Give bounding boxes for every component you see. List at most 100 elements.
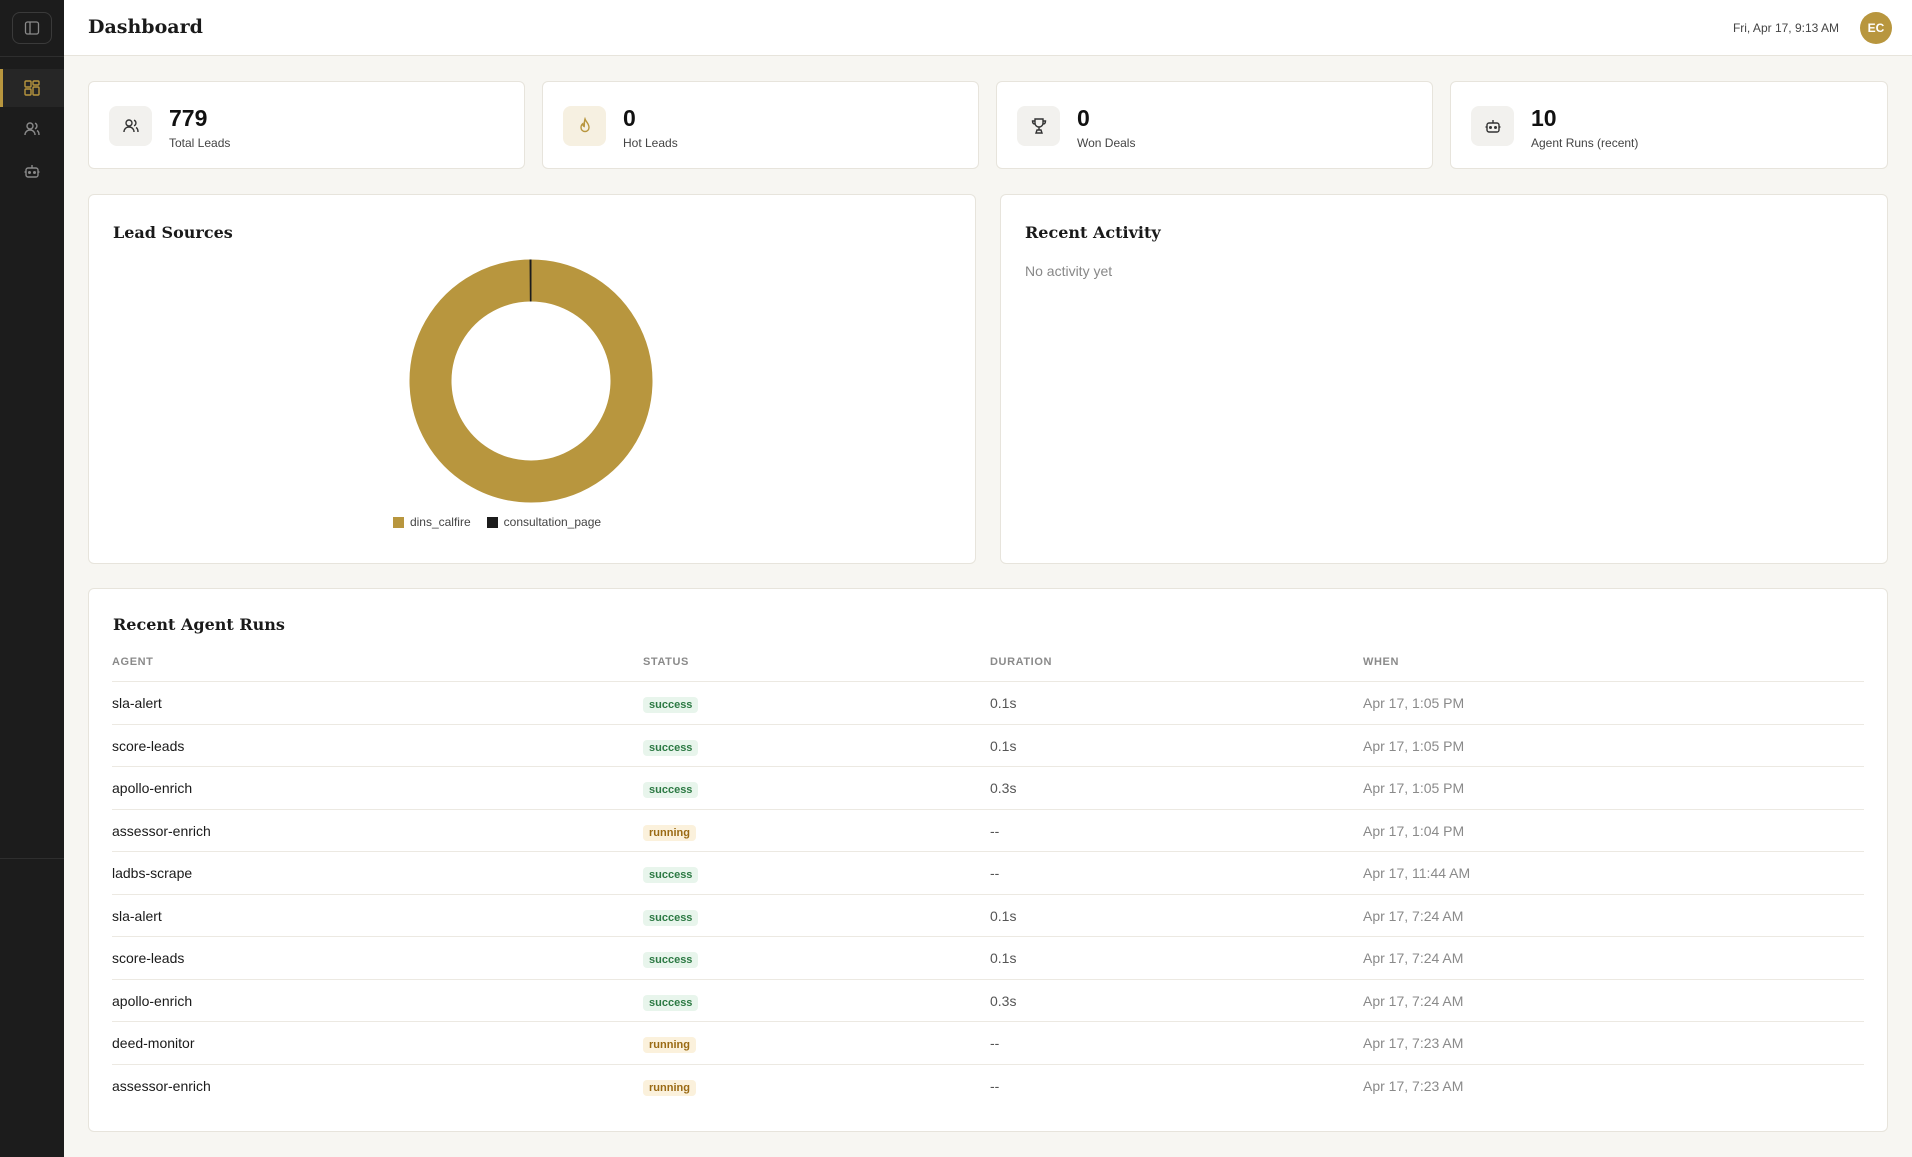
- stat-icon-box: [1471, 106, 1514, 146]
- stat-card-hot-leads: 0 Hot Leads: [542, 81, 979, 169]
- sidebar-toggle-button[interactable]: [12, 12, 52, 44]
- duration: --: [990, 1035, 1000, 1051]
- stat-label: Hot Leads: [623, 136, 678, 150]
- status-cell: success: [643, 950, 699, 968]
- status-badge: success: [643, 867, 699, 883]
- chart-legend: dins_calfire consultation_page: [89, 515, 975, 529]
- status-cell: success: [643, 738, 699, 756]
- stat-card-won-deals: 0 Won Deals: [996, 81, 1433, 169]
- table-row[interactable]: score-leads success 0.1s Apr 17, 7:24 AM: [112, 936, 1864, 978]
- table-row[interactable]: score-leads success 0.1s Apr 17, 1:05 PM: [112, 724, 1864, 766]
- stat-label: Total Leads: [169, 136, 231, 150]
- status-cell: success: [643, 865, 699, 883]
- table-row[interactable]: sla-alert success 0.1s Apr 17, 7:24 AM: [112, 894, 1864, 936]
- run-time: Apr 17, 7:23 AM: [1363, 1078, 1464, 1094]
- duration: 0.1s: [990, 950, 1017, 966]
- run-time: Apr 17, 7:24 AM: [1363, 950, 1464, 966]
- status-cell: success: [643, 993, 699, 1011]
- current-datetime: Fri, Apr 17, 9:13 AM: [1732, 21, 1839, 35]
- legend-label: dins_calfire: [409, 515, 471, 529]
- run-time: Apr 17, 11:44 AM: [1363, 865, 1471, 881]
- column-header-status: STATUS: [643, 656, 689, 668]
- status-cell: running: [643, 1035, 696, 1053]
- stat-label: Won Deals: [1077, 136, 1136, 150]
- table-row[interactable]: apollo-enrich success 0.3s Apr 17, 7:24 …: [112, 979, 1864, 1021]
- page-title: Dashboard: [88, 16, 203, 38]
- users-icon: [122, 119, 139, 133]
- panel-title: Recent Agent Runs: [113, 615, 285, 634]
- stat-icon-box: [563, 106, 606, 146]
- stat-value: 0: [1077, 105, 1090, 131]
- duration: 0.1s: [990, 738, 1017, 754]
- bot-icon: [24, 165, 40, 178]
- stat-label: Agent Runs (recent): [1531, 136, 1639, 150]
- bot-icon: [1485, 120, 1500, 133]
- duration: 0.1s: [990, 695, 1017, 711]
- status-badge: success: [643, 740, 699, 756]
- donut-slice-consultation-page[interactable]: [529, 259, 532, 302]
- table-row[interactable]: deed-monitor running -- Apr 17, 7:23 AM: [112, 1021, 1864, 1063]
- status-cell: success: [643, 908, 699, 926]
- legend-label: consultation_page: [503, 515, 602, 529]
- run-time: Apr 17, 7:24 AM: [1363, 993, 1464, 1009]
- sidebar-item-dashboard[interactable]: [0, 69, 64, 107]
- table-row[interactable]: assessor-enrich running -- Apr 17, 7:23 …: [112, 1064, 1864, 1106]
- agent-name: assessor-enrich: [112, 823, 211, 839]
- agent-name: ladbs-scrape: [112, 865, 193, 881]
- panel-title: Lead Sources: [113, 223, 233, 242]
- user-avatar[interactable]: EC: [1860, 12, 1892, 44]
- status-badge: success: [643, 697, 699, 713]
- duration: 0.1s: [990, 908, 1017, 924]
- stat-value: 0: [623, 105, 636, 131]
- users-icon: [24, 122, 40, 136]
- agent-name: apollo-enrich: [112, 993, 193, 1009]
- agent-name: assessor-enrich: [112, 1078, 211, 1094]
- lead-sources-donut-chart: [409, 259, 653, 503]
- run-time: Apr 17, 7:23 AM: [1363, 1035, 1464, 1051]
- run-time: Apr 17, 1:05 PM: [1363, 695, 1465, 711]
- recent-activity-panel: Recent Activity No activity yet: [1000, 194, 1888, 564]
- legend-item-consultation-page[interactable]: consultation_page: [486, 515, 602, 529]
- status-cell: success: [643, 695, 699, 713]
- sidebar-item-leads[interactable]: [0, 110, 64, 148]
- duration: --: [990, 865, 1000, 881]
- agent-name: score-leads: [112, 950, 185, 966]
- top-header: Dashboard Fri, Apr 17, 9:13 AM EC: [64, 0, 1912, 56]
- column-header-duration: DURATION: [990, 656, 1053, 668]
- sidebar-item-agents[interactable]: [0, 152, 64, 190]
- table-row[interactable]: assessor-enrich running -- Apr 17, 1:04 …: [112, 809, 1864, 851]
- duration: --: [990, 1078, 1000, 1094]
- run-time: Apr 17, 7:24 AM: [1363, 908, 1464, 924]
- duration: 0.3s: [990, 993, 1017, 1009]
- table-row[interactable]: ladbs-scrape success -- Apr 17, 11:44 AM: [112, 851, 1864, 893]
- stat-icon-box: [109, 106, 152, 146]
- agent-name: score-leads: [112, 738, 185, 754]
- status-cell: running: [643, 823, 696, 841]
- stat-card-agent-runs: 10 Agent Runs (recent): [1450, 81, 1888, 169]
- lead-sources-panel: Lead Sources dins_calfire consultation_p…: [88, 194, 976, 564]
- stat-icon-box: [1017, 106, 1060, 146]
- agent-name: apollo-enrich: [112, 780, 193, 796]
- legend-item-dins-calfire[interactable]: dins_calfire: [392, 515, 471, 529]
- flame-icon: [579, 117, 590, 133]
- status-badge: success: [643, 995, 699, 1011]
- duration: --: [990, 823, 1000, 839]
- sidebar-toggle-icon: [24, 21, 40, 35]
- sidebar: [0, 0, 64, 1157]
- stat-card-total-leads: 779 Total Leads: [88, 81, 525, 169]
- run-time: Apr 17, 1:05 PM: [1363, 780, 1465, 796]
- status-badge: running: [643, 825, 696, 841]
- table-row[interactable]: apollo-enrich success 0.3s Apr 17, 1:05 …: [112, 766, 1864, 808]
- trophy-icon: [1031, 118, 1046, 134]
- panel-title: Recent Activity: [1025, 223, 1161, 242]
- agent-name: deed-monitor: [112, 1035, 195, 1051]
- legend-swatch: [392, 516, 404, 528]
- stat-value: 10: [1531, 105, 1557, 131]
- status-cell: running: [643, 1078, 696, 1096]
- sidebar-divider: [0, 56, 64, 57]
- status-badge: running: [643, 1037, 696, 1053]
- column-header-when: WHEN: [1363, 656, 1400, 668]
- table-row[interactable]: sla-alert success 0.1s Apr 17, 1:05 PM: [112, 681, 1864, 723]
- status-badge: success: [643, 952, 699, 968]
- status-badge: success: [643, 910, 699, 926]
